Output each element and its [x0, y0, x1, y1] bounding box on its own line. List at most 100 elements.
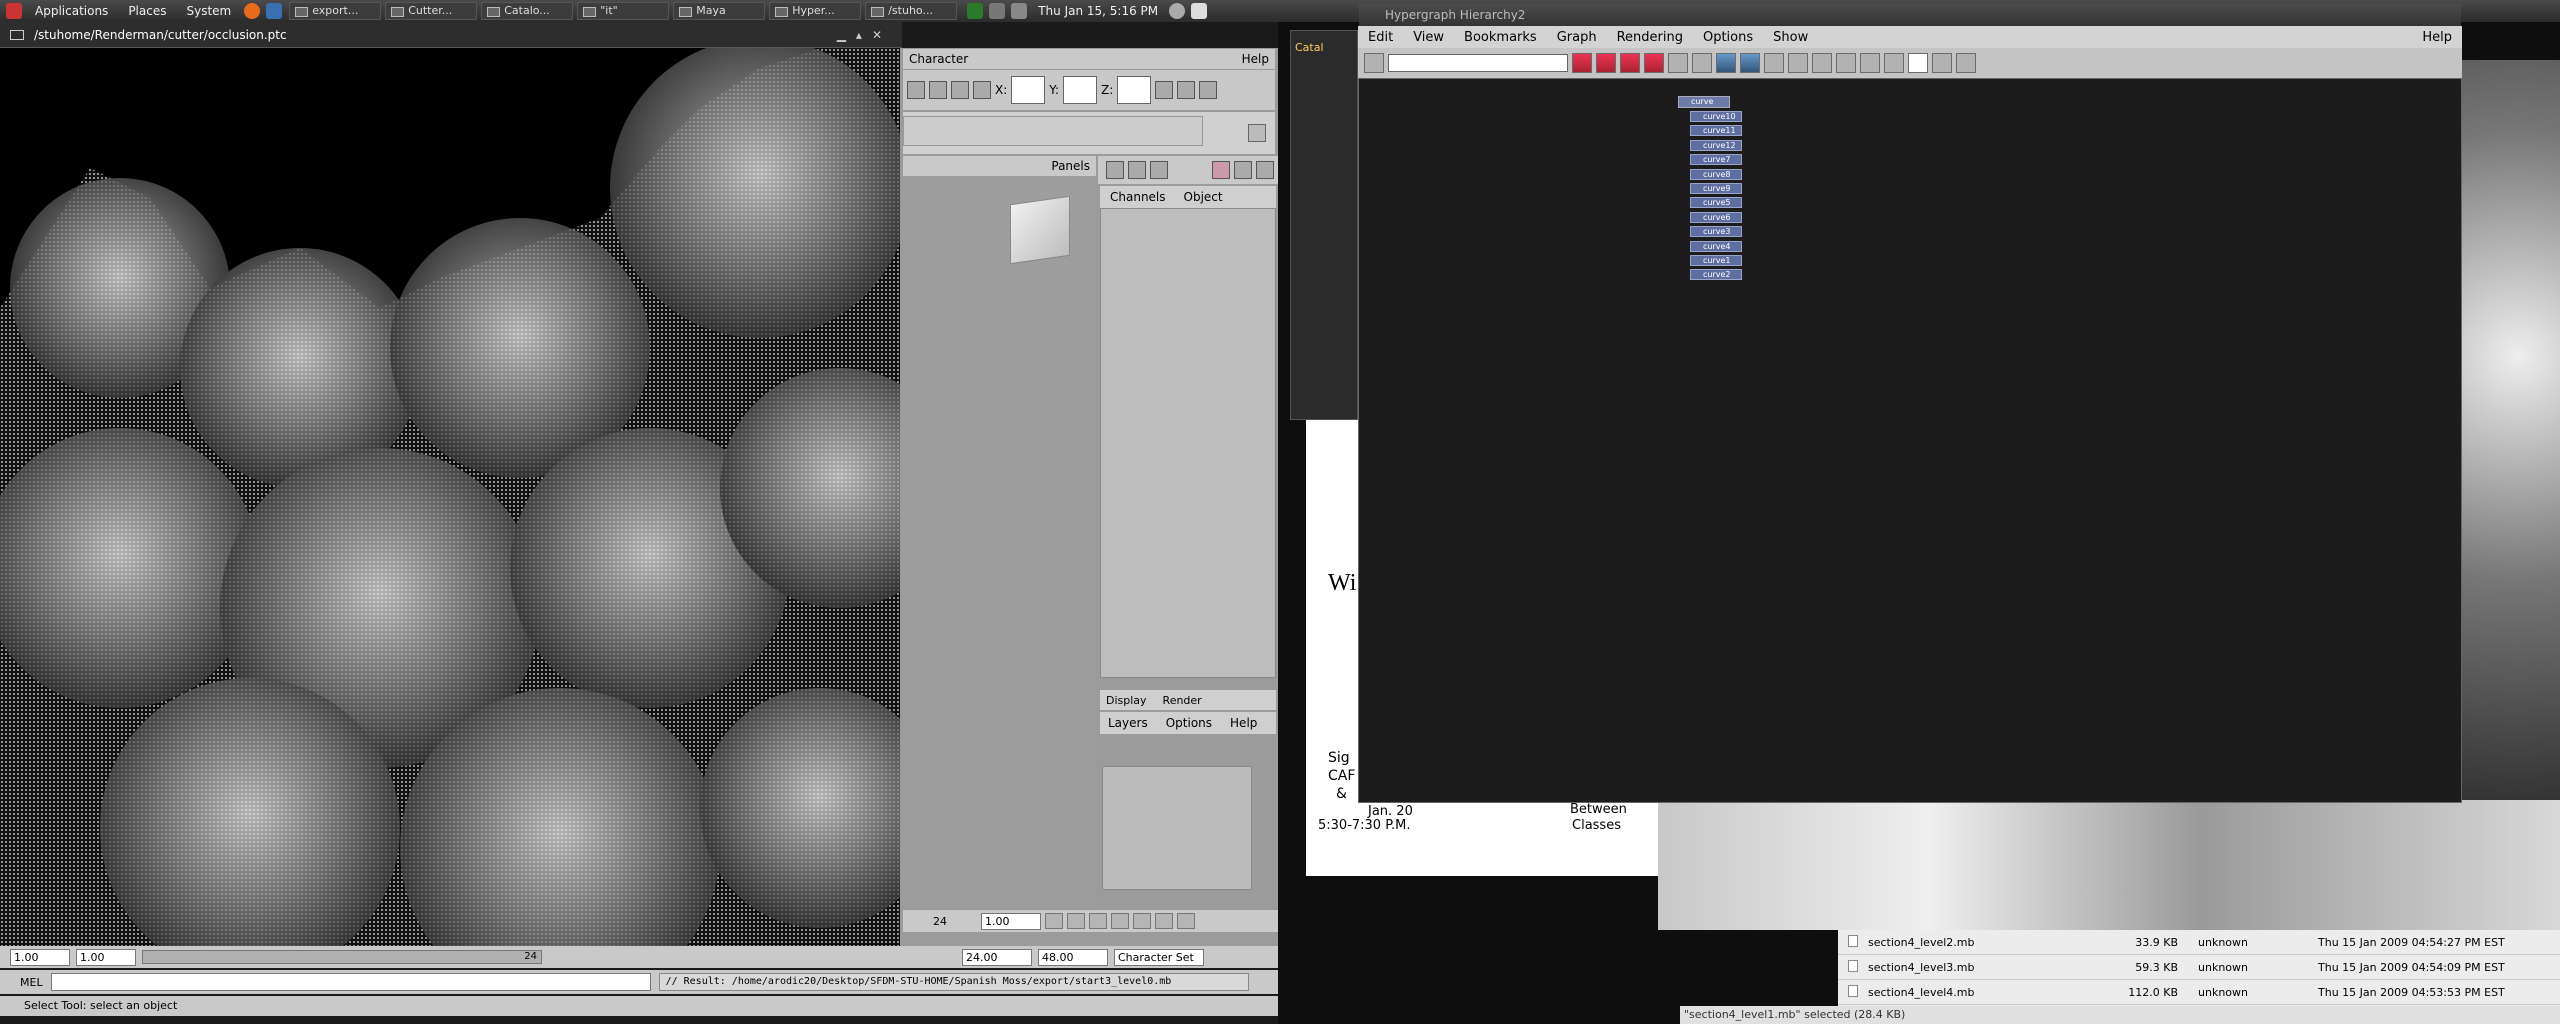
cb-layout-icon-1[interactable] [1106, 161, 1124, 179]
maya-viewport[interactable] [903, 176, 1096, 906]
play-forward-icon[interactable] [1133, 913, 1151, 929]
hg-menu-rendering[interactable]: Rendering [1607, 30, 1693, 45]
hg-graph-icon-2[interactable] [1596, 53, 1616, 73]
mel-label[interactable]: MEL [20, 976, 43, 989]
hg-filter-icon-4[interactable] [1860, 53, 1880, 73]
tab-object[interactable]: Object [1184, 190, 1223, 204]
hg-node[interactable]: curve4 [1690, 240, 1742, 252]
x-field[interactable] [1011, 76, 1046, 104]
lasso-tool-icon[interactable] [929, 81, 947, 99]
hg-node[interactable]: curve3 [1690, 226, 1742, 238]
current-time-field[interactable]: 1.00 [981, 912, 1041, 930]
point-cloud-viewport[interactable] [0, 48, 900, 946]
hg-scene-icon[interactable] [1716, 53, 1736, 73]
y-field[interactable] [1063, 76, 1098, 104]
cutter-title-bar[interactable]: /stuhome/Renderman/cutter/occlusion.ptc … [0, 22, 902, 48]
hypergraph-title-bar[interactable]: Hypergraph Hierarchy2 [1359, 4, 2461, 26]
power-icon[interactable] [1169, 3, 1186, 19]
z-field[interactable] [1117, 76, 1152, 104]
select-tool-icon[interactable] [907, 81, 925, 99]
hg-node[interactable]: curve11 [1690, 125, 1742, 137]
range-slider[interactable]: 24 [142, 950, 542, 964]
hg-menu-view[interactable]: View [1403, 30, 1454, 45]
hg-filter-icon-2[interactable] [1812, 53, 1832, 73]
gnome-foot-icon[interactable] [6, 3, 22, 19]
tab-channels[interactable]: Channels [1110, 190, 1166, 204]
volume-icon[interactable] [1011, 3, 1028, 19]
window-controls-icon[interactable]: ▁▴✕ [837, 28, 892, 42]
workspace-icon[interactable] [967, 3, 984, 19]
hg-graph-icon-4[interactable] [1644, 53, 1664, 73]
catalog-window[interactable]: Catal [1290, 30, 1358, 420]
hg-frame-icon[interactable] [1364, 53, 1384, 73]
hg-graph-icon-1[interactable] [1572, 53, 1592, 73]
channel-box[interactable] [1100, 208, 1276, 678]
range-start-field[interactable]: 1.00 [10, 948, 70, 966]
shelf-field[interactable] [903, 116, 1203, 146]
menu-places[interactable]: Places [118, 4, 176, 18]
step-back-icon[interactable] [1089, 913, 1107, 929]
cb-layout-icon-3[interactable] [1150, 161, 1168, 179]
menu-layer-help[interactable]: Help [1230, 716, 1257, 730]
task-maya[interactable]: Maya [673, 2, 766, 20]
file-row[interactable]: section4_level2.mb 33.9 KB unknown Thu 15 J… [1838, 930, 2560, 955]
menu-applications[interactable]: Applications [25, 4, 118, 18]
menu-system[interactable]: System [176, 4, 241, 18]
hg-menu-graph[interactable]: Graph [1547, 30, 1607, 45]
hg-node[interactable]: curve2 [1690, 269, 1742, 281]
hg-filter-icon-3[interactable] [1836, 53, 1856, 73]
hg-layout-icon-2[interactable] [1692, 53, 1712, 73]
panels-menu[interactable]: Panels [1051, 159, 1090, 173]
show-desktop-icon[interactable] [1191, 3, 1208, 19]
hg-menu-bookmarks[interactable]: Bookmarks [1454, 30, 1547, 45]
trash-icon[interactable] [1248, 124, 1266, 142]
hg-node[interactable]: curve12 [1690, 139, 1742, 151]
goto-end-icon[interactable] [1177, 913, 1195, 929]
task-export[interactable]: export... [289, 2, 382, 20]
render-icon[interactable] [1234, 161, 1252, 179]
layer-list[interactable] [1102, 766, 1252, 890]
hg-menu-show[interactable]: Show [1763, 30, 1818, 45]
hg-swatch-field[interactable] [1908, 53, 1928, 73]
terminal-icon[interactable] [266, 3, 283, 19]
hg-node[interactable]: curve7 [1690, 154, 1742, 166]
hg-search-input[interactable] [1388, 54, 1568, 72]
hg-node[interactable]: curve1 [1690, 255, 1742, 266]
step-back-key-icon[interactable] [1067, 913, 1085, 929]
character-set-dropdown[interactable]: Character Set [1114, 948, 1204, 966]
task-stuhome[interactable]: /stuho... [865, 2, 958, 20]
hg-node[interactable]: curve6 [1690, 211, 1742, 223]
goto-start-icon[interactable] [1045, 913, 1063, 929]
hg-node-root[interactable]: curve [1678, 96, 1730, 108]
color-icon[interactable] [1212, 161, 1230, 179]
hg-filter-icon-1[interactable] [1788, 53, 1808, 73]
clock[interactable]: Thu Jan 15, 5:16 PM [1038, 4, 1158, 18]
hg-node[interactable]: curve8 [1690, 168, 1742, 180]
hg-list-icon[interactable] [1764, 53, 1784, 73]
hg-swatch-icon[interactable] [1884, 53, 1904, 73]
cb-layout-icon-2[interactable] [1128, 161, 1146, 179]
hg-node[interactable]: curve9 [1690, 183, 1742, 194]
channel-icon-1[interactable] [1155, 81, 1174, 99]
hg-menu-help[interactable]: Help [2412, 30, 2462, 45]
hg-menu-edit[interactable]: Edit [1358, 30, 1403, 45]
menu-layers[interactable]: Layers [1108, 716, 1148, 730]
range-end-field[interactable]: 24.00 [962, 948, 1032, 966]
viewcube-icon[interactable] [1010, 195, 1070, 265]
range-max-field[interactable]: 48.00 [1038, 948, 1108, 966]
hg-menu-options[interactable]: Options [1693, 30, 1763, 45]
hg-graph-icon-3[interactable] [1620, 53, 1640, 73]
network-icon[interactable] [989, 3, 1006, 19]
mesh-icon[interactable] [1256, 161, 1274, 179]
task-it[interactable]: "it" [577, 2, 670, 20]
hg-connect-icon[interactable] [1932, 53, 1952, 73]
range-start-field-2[interactable]: 1.00 [76, 948, 136, 966]
task-catalog[interactable]: Catalo... [481, 2, 574, 20]
character-help[interactable]: Help [1242, 52, 1269, 66]
hg-connect-icon-2[interactable] [1956, 53, 1976, 73]
tab-display[interactable]: Display [1106, 694, 1147, 707]
file-row[interactable]: section4_level3.mb 59.3 KB unknown Thu 15 J… [1838, 955, 2560, 980]
hg-scene-icon-2[interactable] [1740, 53, 1760, 73]
window-menu-icon[interactable] [10, 29, 24, 40]
snap-tool-icon[interactable] [973, 81, 991, 99]
